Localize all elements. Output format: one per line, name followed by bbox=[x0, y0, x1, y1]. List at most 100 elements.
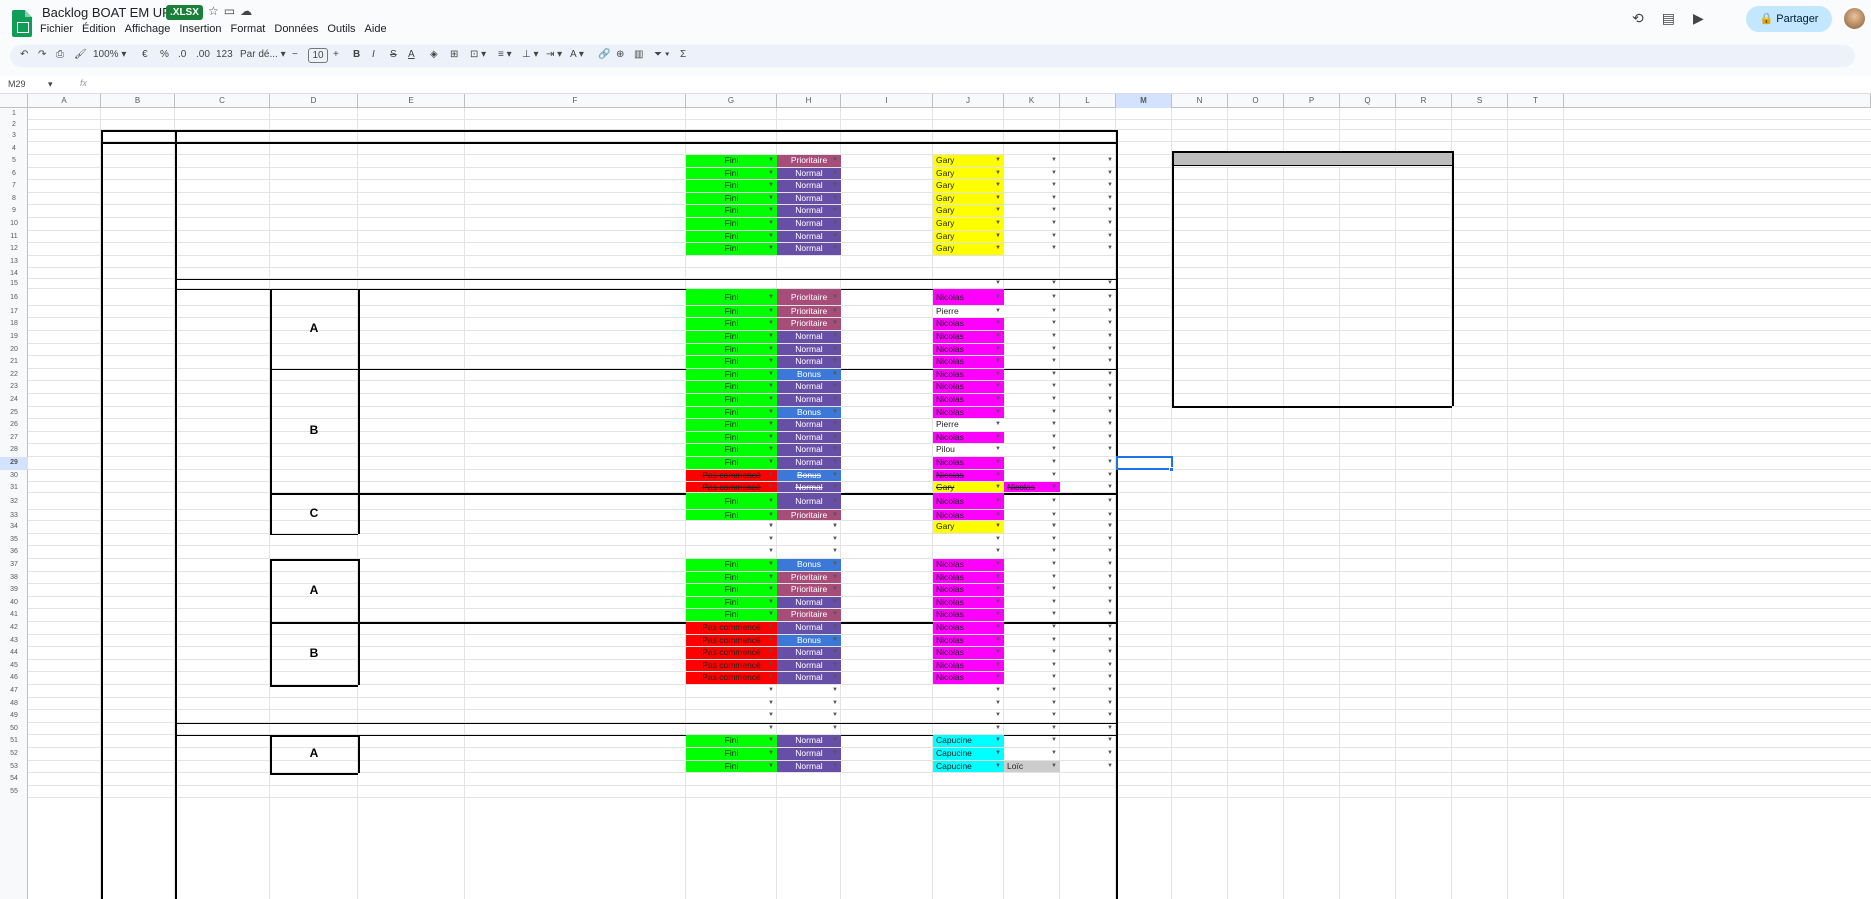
priority-dropdown[interactable]: Normal ▼ bbox=[777, 394, 841, 406]
paint-format-icon[interactable]: 🖌 bbox=[74, 49, 87, 60]
assignee-dropdown[interactable]: Gary ▼ bbox=[933, 155, 1004, 167]
progression-dropdown[interactable]: Fini ▼ bbox=[686, 609, 777, 621]
dropdown-arrow-icon[interactable]: ▼ bbox=[1107, 572, 1113, 584]
dropdown-arrow-icon[interactable]: ▼ bbox=[768, 493, 774, 509]
dropdown-arrow-icon[interactable]: ▼ bbox=[832, 748, 838, 760]
dropdown-arrow-icon[interactable]: ▼ bbox=[1107, 609, 1113, 621]
assignee-dropdown[interactable]: Pierre ▼ bbox=[933, 305, 1004, 318]
dropdown-arrow-icon[interactable]: ▼ bbox=[1051, 510, 1057, 520]
dropdown-arrow-icon[interactable]: ▼ bbox=[1051, 155, 1057, 167]
menu-5[interactable]: Données bbox=[274, 23, 318, 35]
extra-dropdown[interactable]: ▼ bbox=[1060, 723, 1116, 735]
dropdown-arrow-icon[interactable]: ▼ bbox=[1107, 155, 1113, 167]
assignee-dropdown[interactable]: Gary ▼ bbox=[933, 205, 1004, 217]
extra-dropdown[interactable]: ▼ bbox=[1060, 521, 1116, 533]
dropdown-arrow-icon[interactable]: ▼ bbox=[768, 168, 774, 180]
extra-dropdown[interactable]: ▼ bbox=[1060, 306, 1116, 318]
dropdown-arrow-icon[interactable]: ▼ bbox=[768, 660, 774, 672]
extra-dropdown[interactable]: ▼ bbox=[1060, 457, 1116, 469]
dropdown-arrow-icon[interactable]: ▼ bbox=[995, 218, 1001, 230]
dropdown-arrow-icon[interactable]: ▼ bbox=[1107, 470, 1113, 482]
dropdown-arrow-icon[interactable]: ▼ bbox=[832, 572, 838, 584]
dropdown-arrow-icon[interactable]: ▼ bbox=[768, 289, 774, 305]
row-header-4[interactable]: 4 bbox=[0, 142, 28, 155]
row-header-37[interactable]: 37 bbox=[0, 559, 28, 572]
priority-dropdown[interactable]: Normal ▼ bbox=[777, 659, 841, 672]
dropdown-arrow-icon[interactable]: ▼ bbox=[832, 419, 838, 431]
progression-dropdown[interactable]: Pas commencé ▼ bbox=[686, 659, 777, 672]
dropdown-arrow-icon[interactable]: ▼ bbox=[832, 546, 838, 558]
column-header-H[interactable]: H bbox=[777, 94, 841, 108]
assist-dropdown[interactable]: ▼ bbox=[1004, 660, 1060, 672]
dropdown-arrow-icon[interactable]: ▼ bbox=[995, 622, 1001, 634]
dropdown-arrow-icon[interactable]: ▼ bbox=[1051, 748, 1057, 760]
dropdown-arrow-icon[interactable]: ▼ bbox=[1107, 331, 1113, 343]
row-header-47[interactable]: 47 bbox=[0, 685, 28, 698]
row-header-16[interactable]: 16 bbox=[0, 289, 28, 306]
dropdown-arrow-icon[interactable]: ▼ bbox=[832, 444, 838, 456]
dropdown-arrow-icon[interactable]: ▼ bbox=[832, 155, 838, 167]
assist-dropdown[interactable]: ▼ bbox=[1004, 193, 1060, 205]
assist-dropdown[interactable]: ▼ bbox=[1004, 381, 1060, 393]
dropdown-arrow-icon[interactable]: ▼ bbox=[768, 584, 774, 596]
progression-dropdown[interactable]: Fini ▼ bbox=[686, 318, 777, 330]
column-header-I[interactable]: I bbox=[841, 94, 933, 108]
dropdown-arrow-icon[interactable]: ▼ bbox=[995, 672, 1001, 684]
dropdown-arrow-icon[interactable]: ▼ bbox=[1051, 572, 1057, 584]
progression-dropdown[interactable]: Fini ▼ bbox=[686, 748, 777, 760]
progression-dropdown[interactable]: Fini ▼ bbox=[686, 343, 777, 356]
assignee-dropdown[interactable]: Nicolas ▼ bbox=[933, 609, 1004, 621]
dropdown-arrow-icon[interactable]: ▼ bbox=[1107, 698, 1113, 710]
priority-dropdown[interactable]: Normal ▼ bbox=[777, 482, 841, 493]
dropdown-arrow-icon[interactable]: ▼ bbox=[1051, 672, 1057, 684]
extra-dropdown[interactable]: ▼ bbox=[1060, 344, 1116, 356]
extra-dropdown[interactable]: ▼ bbox=[1060, 748, 1116, 760]
zoom-select[interactable]: 100% ▾ bbox=[93, 49, 126, 60]
assist-dropdown[interactable]: ▼ bbox=[1004, 534, 1060, 546]
row-header-8[interactable]: 8 bbox=[0, 193, 28, 206]
dropdown-arrow-icon[interactable]: ▼ bbox=[1051, 710, 1057, 722]
dropdown-arrow-icon[interactable]: ▼ bbox=[1051, 394, 1057, 406]
priority-dropdown[interactable]: Normal ▼ bbox=[777, 647, 841, 659]
dropdown-arrow-icon[interactable]: ▼ bbox=[1051, 685, 1057, 697]
extra-dropdown[interactable]: ▼ bbox=[1060, 597, 1116, 609]
priority-dropdown[interactable]: Prioritaire ▼ bbox=[777, 609, 841, 621]
assist-dropdown[interactable]: ▼ bbox=[1004, 205, 1060, 217]
menu-4[interactable]: Format bbox=[231, 23, 266, 35]
dropdown-arrow-icon[interactable]: ▼ bbox=[768, 672, 774, 684]
assignee-dropdown[interactable]: Gary ▼ bbox=[933, 521, 1004, 533]
priority-dropdown[interactable]: Normal ▼ bbox=[777, 444, 841, 456]
progression-dropdown[interactable]: Fini ▼ bbox=[686, 368, 777, 381]
dropdown-arrow-icon[interactable]: ▼ bbox=[768, 356, 774, 368]
dropdown-arrow-icon[interactable]: ▼ bbox=[995, 205, 1001, 217]
dropdown-arrow-icon[interactable]: ▼ bbox=[995, 331, 1001, 343]
dropdown-arrow-icon[interactable]: ▼ bbox=[995, 521, 1001, 533]
dropdown-arrow-icon[interactable]: ▼ bbox=[1051, 306, 1057, 318]
progression-dropdown[interactable]: Fini ▼ bbox=[686, 167, 777, 180]
row-header-9[interactable]: 9 bbox=[0, 205, 28, 218]
dropdown-arrow-icon[interactable]: ▼ bbox=[995, 289, 1001, 305]
assignee-dropdown[interactable]: Gary ▼ bbox=[933, 230, 1004, 243]
priority-dropdown[interactable]: Normal ▼ bbox=[777, 493, 841, 510]
dropdown-arrow-icon[interactable]: ▼ bbox=[1051, 546, 1057, 558]
dropdown-arrow-icon[interactable]: ▼ bbox=[995, 356, 1001, 368]
assignee-dropdown[interactable]: Nicolas ▼ bbox=[933, 584, 1004, 596]
dropdown-arrow-icon[interactable]: ▼ bbox=[832, 761, 838, 773]
assignee-dropdown[interactable]: ▼ bbox=[933, 698, 1004, 710]
dropdown-arrow-icon[interactable]: ▼ bbox=[1107, 218, 1113, 230]
progression-dropdown[interactable]: Fini ▼ bbox=[686, 230, 777, 243]
assist-dropdown[interactable]: ▼ bbox=[1004, 369, 1060, 381]
dropdown-arrow-icon[interactable]: ▼ bbox=[1051, 193, 1057, 205]
extra-dropdown[interactable]: ▼ bbox=[1060, 444, 1116, 456]
extra-dropdown[interactable]: ▼ bbox=[1060, 493, 1116, 509]
dropdown-arrow-icon[interactable]: ▼ bbox=[995, 180, 1001, 192]
dropdown-arrow-icon[interactable]: ▼ bbox=[832, 168, 838, 180]
assignee-dropdown[interactable]: Nicolas ▼ bbox=[933, 493, 1004, 510]
dropdown-arrow-icon[interactable]: ▼ bbox=[832, 685, 838, 697]
priority-dropdown[interactable]: Normal ▼ bbox=[777, 672, 841, 684]
assignee-dropdown[interactable]: Nicolas ▼ bbox=[933, 672, 1004, 684]
assignee-dropdown[interactable]: Nicolas ▼ bbox=[933, 622, 1004, 634]
row-header-18[interactable]: 18 bbox=[0, 318, 28, 331]
dropdown-arrow-icon[interactable]: ▼ bbox=[1107, 344, 1113, 356]
dropdown-arrow-icon[interactable]: ▼ bbox=[1107, 482, 1113, 492]
